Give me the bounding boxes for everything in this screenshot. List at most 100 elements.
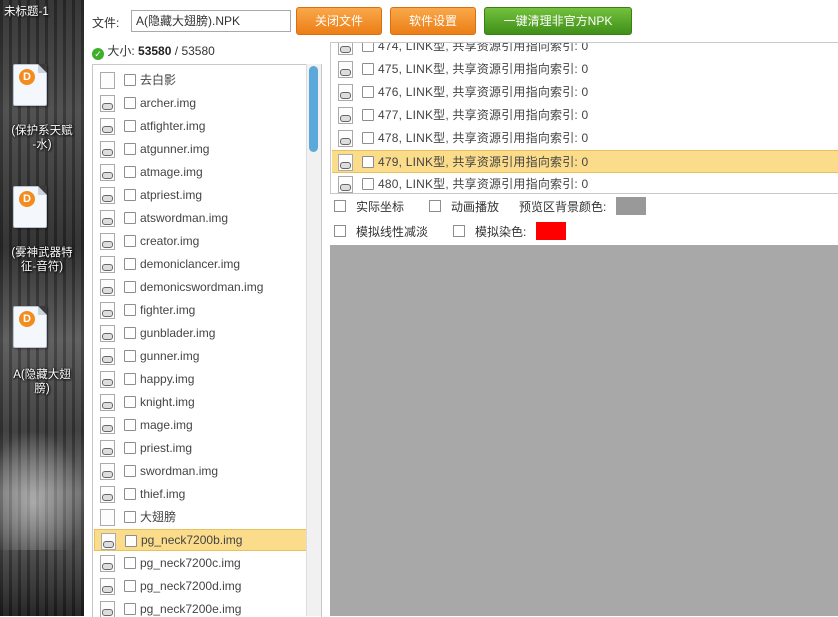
file-name: fighter.img (140, 303, 196, 317)
frame-checkbox[interactable] (362, 43, 374, 52)
file-checkbox[interactable] (124, 396, 136, 408)
file-checkbox[interactable] (124, 511, 136, 523)
img-file-list[interactable]: 去白影 archer.img atfighter.img atgunner.img at… (92, 64, 322, 617)
file-checkbox[interactable] (124, 465, 136, 477)
file-list-item[interactable]: pg_neck7200e.img (94, 598, 305, 617)
frame-checkbox[interactable] (362, 132, 374, 144)
desktop-file-label[interactable]: A(隐藏大翅 膀) (0, 368, 84, 396)
file-checkbox[interactable] (124, 212, 136, 224)
file-name: knight.img (140, 395, 195, 409)
frame-list-item[interactable]: 480, LINK型, 共享资源引用指向索引: 0 (332, 173, 838, 193)
desktop-file-icon[interactable]: D (13, 306, 47, 348)
file-list-item[interactable]: gunner.img (94, 345, 305, 367)
file-list-item[interactable]: atgunner.img (94, 138, 305, 160)
cleanup-npk-button[interactable]: 一键清理非官方NPK (484, 7, 632, 35)
file-name: archer.img (140, 96, 197, 110)
file-checkbox[interactable] (124, 120, 136, 132)
dye-option[interactable]: 模拟染色: (453, 224, 526, 240)
file-list-item[interactable]: archer.img (94, 92, 305, 114)
img-file-icon (100, 118, 115, 135)
file-checkbox[interactable] (124, 304, 136, 316)
frame-list-item[interactable]: 476, LINK型, 共享资源引用指向索引: 0 (332, 81, 838, 103)
file-checkbox[interactable] (125, 535, 137, 547)
file-list-item[interactable]: pg_neck7200c.img (94, 552, 305, 574)
file-list-item[interactable]: 去白影 (94, 69, 305, 91)
close-file-button[interactable]: 关闭文件 (296, 7, 382, 35)
linear-fade-option[interactable]: 模拟线性减淡 (334, 224, 428, 240)
file-list-item[interactable]: atswordman.img (94, 207, 305, 229)
file-list-item[interactable]: swordman.img (94, 460, 305, 482)
desktop-file-icon[interactable]: D (13, 64, 47, 106)
file-list-item[interactable]: atpriest.img (94, 184, 305, 206)
dye-color-swatch[interactable] (536, 222, 566, 240)
file-name: 去白影 (140, 73, 177, 87)
file-checkbox[interactable] (124, 580, 136, 592)
file-list-item[interactable]: gunblader.img (94, 322, 305, 344)
file-checkbox[interactable] (124, 350, 136, 362)
app-badge-icon: D (19, 191, 35, 207)
file-list-item[interactable]: atmage.img (94, 161, 305, 183)
file-name: pg_neck7200d.img (140, 579, 242, 593)
animation-play-checkbox[interactable] (429, 200, 441, 212)
file-checkbox[interactable] (124, 235, 136, 247)
frame-list-item[interactable]: 475, LINK型, 共享资源引用指向索引: 0 (332, 58, 838, 80)
file-checkbox[interactable] (124, 419, 136, 431)
frame-list-item[interactable]: 474, LINK型, 共享资源引用指向索引: 0 (332, 43, 838, 57)
preview-area[interactable] (330, 245, 838, 616)
file-checkbox[interactable] (124, 442, 136, 454)
desktop-file-label[interactable]: (保护系天赋 -水) (0, 124, 84, 152)
scrollbar-thumb[interactable] (309, 66, 318, 152)
bg-color-swatch[interactable] (616, 197, 646, 215)
file-checkbox[interactable] (124, 258, 136, 270)
file-checkbox[interactable] (124, 74, 136, 86)
animation-play-option[interactable]: 动画播放 (429, 199, 499, 215)
frame-list-item[interactable]: 477, LINK型, 共享资源引用指向索引: 0 (332, 104, 838, 126)
file-checkbox[interactable] (124, 143, 136, 155)
file-list-item[interactable]: fighter.img (94, 299, 305, 321)
frame-checkbox[interactable] (362, 178, 374, 190)
dye-label: 模拟染色: (475, 225, 527, 239)
file-list-item[interactable]: demoniclancer.img (94, 253, 305, 275)
file-list-item[interactable]: atfighter.img (94, 115, 305, 137)
file-checkbox[interactable] (124, 557, 136, 569)
frame-list-item[interactable]: 479, LINK型, 共享资源引用指向索引: 0 (332, 150, 838, 173)
settings-button[interactable]: 软件设置 (390, 7, 476, 35)
file-checkbox[interactable] (124, 189, 136, 201)
desktop-file-label[interactable]: (雾神武器特 征-音符) (0, 246, 84, 274)
desktop-file-icon[interactable]: D (13, 186, 47, 228)
file-checkbox[interactable] (124, 488, 136, 500)
file-checkbox[interactable] (124, 327, 136, 339)
linear-fade-checkbox[interactable] (334, 225, 346, 237)
frame-list[interactable]: 474, LINK型, 共享资源引用指向索引: 0 475, LINK型, 共享资… (330, 42, 838, 194)
file-list-scrollbar[interactable] (306, 64, 321, 616)
file-name: gunblader.img (140, 326, 216, 340)
actual-coords-checkbox[interactable] (334, 200, 346, 212)
img-file-icon (100, 279, 115, 296)
file-list-item[interactable]: priest.img (94, 437, 305, 459)
file-list-item[interactable]: pg_neck7200b.img (94, 529, 307, 551)
file-checkbox[interactable] (124, 373, 136, 385)
file-checkbox[interactable] (124, 97, 136, 109)
file-list-item[interactable]: mage.img (94, 414, 305, 436)
img-file-icon (100, 233, 115, 250)
file-path-field[interactable]: A(隐藏大翅膀).NPK (131, 10, 291, 32)
file-list-item[interactable]: thief.img (94, 483, 305, 505)
frame-checkbox[interactable] (362, 109, 374, 121)
file-list-item[interactable]: knight.img (94, 391, 305, 413)
file-checkbox[interactable] (124, 603, 136, 615)
frame-info: 477, LINK型, 共享资源引用指向索引: 0 (378, 108, 589, 122)
file-list-item[interactable]: pg_neck7200d.img (94, 575, 305, 597)
file-checkbox[interactable] (124, 281, 136, 293)
frame-checkbox[interactable] (362, 63, 374, 75)
frame-checkbox[interactable] (362, 86, 374, 98)
file-list-item[interactable]: creator.img (94, 230, 305, 252)
file-list-item[interactable]: happy.img (94, 368, 305, 390)
file-list-item[interactable]: demonicswordman.img (94, 276, 305, 298)
dye-checkbox[interactable] (453, 225, 465, 237)
frame-list-item[interactable]: 478, LINK型, 共享资源引用指向索引: 0 (332, 127, 838, 149)
file-list-item[interactable]: 大翅膀 (94, 506, 305, 528)
actual-coords-option[interactable]: 实际坐标 (334, 199, 404, 215)
frame-checkbox[interactable] (362, 156, 374, 168)
file-name: creator.img (140, 234, 200, 248)
file-checkbox[interactable] (124, 166, 136, 178)
